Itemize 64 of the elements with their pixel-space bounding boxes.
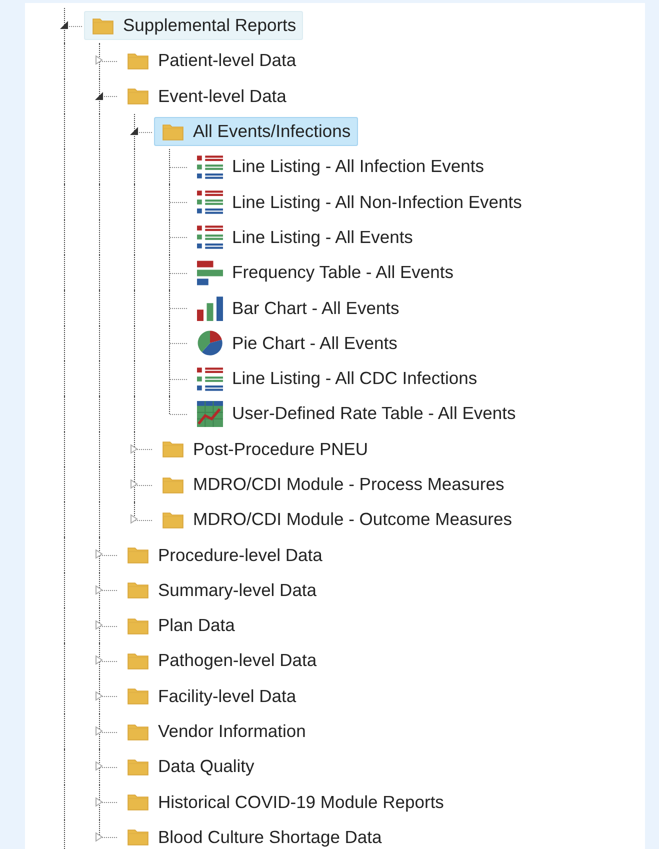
tree-item[interactable]: Line Listing - All Events xyxy=(189,222,420,252)
bar-chart-icon xyxy=(197,295,223,322)
tree-item[interactable]: Line Listing - All Non-Infection Events xyxy=(189,188,529,217)
expand-toggle-icon[interactable] xyxy=(94,55,104,66)
tree-item[interactable]: Frequency Table - All Events xyxy=(189,258,460,288)
expand-toggle-icon[interactable] xyxy=(94,726,104,736)
expand-toggle-icon[interactable] xyxy=(94,549,104,560)
tree-item[interactable]: Post-Procedure PNEU xyxy=(154,434,376,464)
collapse-toggle-icon[interactable] xyxy=(59,20,69,30)
expand-toggle-icon[interactable] xyxy=(129,444,139,454)
folder-icon xyxy=(127,652,149,670)
folder-icon xyxy=(127,793,149,812)
expand-toggle-icon[interactable] xyxy=(94,832,104,842)
tree-item[interactable]: All Events/Infections xyxy=(154,117,358,146)
folder-icon xyxy=(162,476,184,494)
tree-item[interactable]: MDRO/CDI Module - Process Measures xyxy=(154,470,512,499)
expand-toggle-icon[interactable] xyxy=(94,690,104,701)
folder-icon xyxy=(127,828,149,846)
expand-toggle-icon[interactable] xyxy=(129,514,139,524)
expand-toggle-icon[interactable] xyxy=(94,796,104,807)
folder-icon xyxy=(162,440,184,458)
expand-toggle-icon[interactable] xyxy=(94,620,104,630)
folder-icon xyxy=(127,687,149,706)
collapse-toggle-icon[interactable] xyxy=(94,90,104,101)
tree-item[interactable]: Pathogen-level Data xyxy=(119,646,324,676)
horizontal-bars-icon xyxy=(197,260,223,286)
folder-icon xyxy=(162,122,184,141)
tree-item[interactable]: Bar Chart - All Events xyxy=(189,294,406,323)
folder-icon xyxy=(127,52,149,70)
tree-item[interactable]: Historical COVID-19 Module Reports xyxy=(119,788,451,817)
folder-icon xyxy=(127,722,149,741)
folder-icon xyxy=(127,546,149,564)
tree-item[interactable]: Line Listing - All Infection Events xyxy=(189,152,491,182)
tree-item[interactable]: User-Defined Rate Table - All Events xyxy=(189,399,523,428)
list-icon xyxy=(197,189,223,216)
tree-item[interactable]: Patient-level Data xyxy=(119,46,304,76)
tree-item[interactable]: Facility-level Data xyxy=(119,682,304,711)
tree-item[interactable]: Data Quality xyxy=(119,752,262,782)
tree-item[interactable]: Supplemental Reports xyxy=(84,11,304,40)
expand-toggle-icon[interactable] xyxy=(94,655,104,666)
folder-icon xyxy=(127,581,149,600)
folder-icon xyxy=(127,758,149,776)
expand-toggle-icon[interactable] xyxy=(94,761,104,772)
list-icon xyxy=(197,154,223,180)
list-icon xyxy=(197,224,223,250)
tree-item[interactable]: Line Listing - All CDC Infections xyxy=(189,364,484,394)
folder-icon xyxy=(162,510,184,529)
folder-icon xyxy=(92,16,114,35)
expand-toggle-icon[interactable] xyxy=(129,478,139,489)
folder-icon xyxy=(127,616,149,635)
tree-item[interactable]: Blood Culture Shortage Data xyxy=(119,822,389,849)
tree-item[interactable]: Vendor Information xyxy=(119,717,313,746)
tree-item[interactable]: Event-level Data xyxy=(119,82,294,111)
tree-item[interactable]: Summary-level Data xyxy=(119,576,324,605)
collapse-toggle-icon[interactable] xyxy=(129,126,139,136)
pie-chart-icon xyxy=(197,330,223,356)
tree-item[interactable]: Procedure-level Data xyxy=(119,540,330,570)
tree-item[interactable]: MDRO/CDI Module - Outcome Measures xyxy=(154,505,519,534)
folder-icon xyxy=(127,87,149,106)
tree-item[interactable]: Pie Chart - All Events xyxy=(189,328,404,358)
list-icon xyxy=(197,366,223,392)
tree-item[interactable]: Plan Data xyxy=(119,611,242,640)
line-chart-icon xyxy=(197,400,223,427)
expand-toggle-icon[interactable] xyxy=(94,584,104,595)
